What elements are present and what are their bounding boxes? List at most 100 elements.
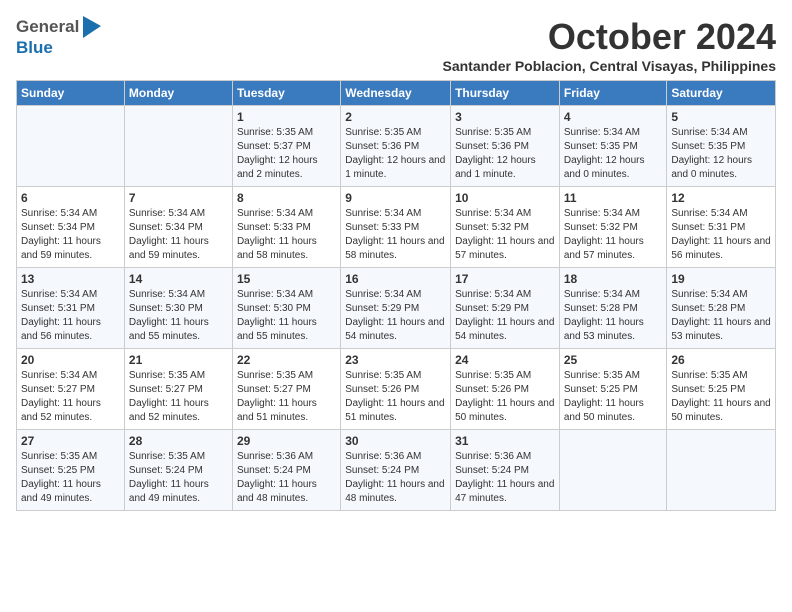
day-number: 8	[237, 191, 336, 205]
day-info: Sunrise: 5:34 AM Sunset: 5:35 PM Dayligh…	[671, 126, 771, 182]
calendar-cell: 6 Sunrise: 5:34 AM Sunset: 5:34 PM Daylig…	[17, 187, 125, 268]
day-info: Sunrise: 5:35 AM Sunset: 5:37 PM Dayligh…	[237, 126, 336, 182]
day-info: Sunrise: 5:34 AM Sunset: 5:29 PM Dayligh…	[455, 288, 555, 344]
day-info: Sunrise: 5:35 AM Sunset: 5:36 PM Dayligh…	[455, 126, 555, 182]
calendar-cell: 20 Sunrise: 5:34 AM Sunset: 5:27 PM Dayli…	[17, 349, 125, 430]
day-number: 1	[237, 110, 336, 124]
calendar-cell: 22 Sunrise: 5:35 AM Sunset: 5:27 PM Dayli…	[232, 349, 340, 430]
calendar-cell: 28Sunrise: 5:35 AM Sunset: 5:24 PM Dayli…	[124, 430, 232, 511]
day-info: Sunrise: 5:34 AM Sunset: 5:30 PM Dayligh…	[129, 288, 228, 344]
day-info: Sunrise: 5:34 AM Sunset: 5:28 PM Dayligh…	[564, 288, 663, 344]
day-number: 5	[671, 110, 771, 124]
day-number: 7	[129, 191, 228, 205]
day-info: Sunrise: 5:34 AM Sunset: 5:32 PM Dayligh…	[564, 207, 663, 263]
day-number: 6	[21, 191, 120, 205]
day-info: Sunrise: 5:34 AM Sunset: 5:30 PM Dayligh…	[237, 288, 336, 344]
day-info: Sunrise: 5:35 AM Sunset: 5:25 PM Dayligh…	[21, 450, 120, 506]
calendar-cell: 12 Sunrise: 5:34 AM Sunset: 5:31 PM Dayli…	[667, 187, 776, 268]
day-number: 11	[564, 191, 663, 205]
calendar-week-row: 27Sunrise: 5:35 AM Sunset: 5:25 PM Dayli…	[17, 430, 776, 511]
day-number: 25	[564, 353, 663, 367]
calendar-cell: 15 Sunrise: 5:34 AM Sunset: 5:30 PM Dayli…	[232, 268, 340, 349]
day-info: Sunrise: 5:36 AM Sunset: 5:24 PM Dayligh…	[455, 450, 555, 506]
day-number: 30	[345, 434, 446, 448]
calendar-cell: 4 Sunrise: 5:34 AM Sunset: 5:35 PM Daylig…	[559, 106, 667, 187]
day-number: 14	[129, 272, 228, 286]
day-number: 29	[237, 434, 336, 448]
day-number: 23	[345, 353, 446, 367]
weekday-header-monday: Monday	[124, 81, 232, 106]
day-number: 2	[345, 110, 446, 124]
day-info: Sunrise: 5:34 AM Sunset: 5:34 PM Dayligh…	[21, 207, 120, 263]
calendar-cell	[559, 430, 667, 511]
calendar-week-row: 6 Sunrise: 5:34 AM Sunset: 5:34 PM Daylig…	[17, 187, 776, 268]
calendar-cell: 25 Sunrise: 5:35 AM Sunset: 5:25 PM Dayli…	[559, 349, 667, 430]
day-info: Sunrise: 5:34 AM Sunset: 5:33 PM Dayligh…	[237, 207, 336, 263]
calendar-cell: 14 Sunrise: 5:34 AM Sunset: 5:30 PM Dayli…	[124, 268, 232, 349]
calendar-cell: 16Sunrise: 5:34 AM Sunset: 5:29 PM Dayli…	[341, 268, 451, 349]
day-info: Sunrise: 5:35 AM Sunset: 5:26 PM Dayligh…	[345, 369, 446, 425]
day-number: 26	[671, 353, 771, 367]
day-number: 28	[129, 434, 228, 448]
day-number: 18	[564, 272, 663, 286]
calendar-body: 1 Sunrise: 5:35 AM Sunset: 5:37 PM Daylig…	[17, 106, 776, 511]
day-info: Sunrise: 5:35 AM Sunset: 5:25 PM Dayligh…	[564, 369, 663, 425]
calendar-week-row: 20 Sunrise: 5:34 AM Sunset: 5:27 PM Dayli…	[17, 349, 776, 430]
day-number: 4	[564, 110, 663, 124]
weekday-header-tuesday: Tuesday	[232, 81, 340, 106]
day-info: Sunrise: 5:34 AM Sunset: 5:28 PM Dayligh…	[671, 288, 771, 344]
calendar-cell: 2 Sunrise: 5:35 AM Sunset: 5:36 PM Daylig…	[341, 106, 451, 187]
calendar-week-row: 13Sunrise: 5:34 AM Sunset: 5:31 PM Dayli…	[17, 268, 776, 349]
day-info: Sunrise: 5:34 AM Sunset: 5:27 PM Dayligh…	[21, 369, 120, 425]
location-title: Santander Poblacion, Central Visayas, Ph…	[442, 58, 776, 74]
day-number: 3	[455, 110, 555, 124]
day-info: Sunrise: 5:34 AM Sunset: 5:31 PM Dayligh…	[21, 288, 120, 344]
day-number: 22	[237, 353, 336, 367]
day-number: 20	[21, 353, 120, 367]
day-number: 19	[671, 272, 771, 286]
calendar-cell: 23 Sunrise: 5:35 AM Sunset: 5:26 PM Dayli…	[341, 349, 451, 430]
logo-general-text: General	[16, 17, 79, 37]
day-info: Sunrise: 5:35 AM Sunset: 5:27 PM Dayligh…	[237, 369, 336, 425]
day-info: Sunrise: 5:35 AM Sunset: 5:27 PM Dayligh…	[129, 369, 228, 425]
day-number: 12	[671, 191, 771, 205]
day-number: 15	[237, 272, 336, 286]
calendar-cell: 26 Sunrise: 5:35 AM Sunset: 5:25 PM Dayli…	[667, 349, 776, 430]
day-number: 17	[455, 272, 555, 286]
day-info: Sunrise: 5:35 AM Sunset: 5:25 PM Dayligh…	[671, 369, 771, 425]
logo: General Blue	[16, 16, 101, 58]
day-number: 31	[455, 434, 555, 448]
calendar-table: SundayMondayTuesdayWednesdayThursdayFrid…	[16, 80, 776, 511]
calendar-cell: 24 Sunrise: 5:35 AM Sunset: 5:26 PM Dayli…	[451, 349, 560, 430]
calendar-cell: 27Sunrise: 5:35 AM Sunset: 5:25 PM Dayli…	[17, 430, 125, 511]
calendar-cell: 1 Sunrise: 5:35 AM Sunset: 5:37 PM Daylig…	[232, 106, 340, 187]
calendar-cell: 9Sunrise: 5:34 AM Sunset: 5:33 PM Daylig…	[341, 187, 451, 268]
day-number: 24	[455, 353, 555, 367]
calendar-cell: 11 Sunrise: 5:34 AM Sunset: 5:32 PM Dayli…	[559, 187, 667, 268]
calendar-cell: 5 Sunrise: 5:34 AM Sunset: 5:35 PM Daylig…	[667, 106, 776, 187]
weekday-header-wednesday: Wednesday	[341, 81, 451, 106]
calendar-cell	[124, 106, 232, 187]
weekday-header-sunday: Sunday	[17, 81, 125, 106]
day-info: Sunrise: 5:34 AM Sunset: 5:33 PM Dayligh…	[345, 207, 446, 263]
calendar-cell	[667, 430, 776, 511]
calendar-cell: 13Sunrise: 5:34 AM Sunset: 5:31 PM Dayli…	[17, 268, 125, 349]
calendar-cell: 17 Sunrise: 5:34 AM Sunset: 5:29 PM Dayli…	[451, 268, 560, 349]
day-info: Sunrise: 5:34 AM Sunset: 5:31 PM Dayligh…	[671, 207, 771, 263]
day-info: Sunrise: 5:35 AM Sunset: 5:36 PM Dayligh…	[345, 126, 446, 182]
calendar-cell: 30Sunrise: 5:36 AM Sunset: 5:24 PM Dayli…	[341, 430, 451, 511]
month-title: October 2024	[442, 16, 776, 58]
calendar-cell: 3 Sunrise: 5:35 AM Sunset: 5:36 PM Daylig…	[451, 106, 560, 187]
calendar-cell: 7 Sunrise: 5:34 AM Sunset: 5:34 PM Daylig…	[124, 187, 232, 268]
day-info: Sunrise: 5:34 AM Sunset: 5:29 PM Dayligh…	[345, 288, 446, 344]
title-block: October 2024 Santander Poblacion, Centra…	[442, 16, 776, 74]
day-info: Sunrise: 5:34 AM Sunset: 5:34 PM Dayligh…	[129, 207, 228, 263]
day-number: 21	[129, 353, 228, 367]
day-info: Sunrise: 5:35 AM Sunset: 5:26 PM Dayligh…	[455, 369, 555, 425]
weekday-header-thursday: Thursday	[451, 81, 560, 106]
day-number: 10	[455, 191, 555, 205]
calendar-cell: 29Sunrise: 5:36 AM Sunset: 5:24 PM Dayli…	[232, 430, 340, 511]
day-info: Sunrise: 5:34 AM Sunset: 5:35 PM Dayligh…	[564, 126, 663, 182]
day-info: Sunrise: 5:34 AM Sunset: 5:32 PM Dayligh…	[455, 207, 555, 263]
logo-blue-text: Blue	[16, 38, 53, 58]
